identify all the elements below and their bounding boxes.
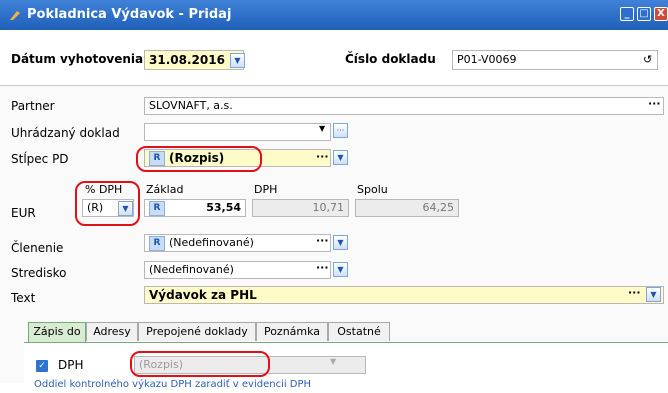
- paid-doc-lookup-button[interactable]: ···: [333, 123, 348, 138]
- text-field[interactable]: Výdavok za PHL: [144, 286, 664, 304]
- division-dropdown-icon[interactable]: ▼: [333, 235, 348, 250]
- division-badge: R: [149, 235, 165, 251]
- tab-prepojene-doklady[interactable]: Prepojené doklady: [138, 322, 256, 341]
- dph-label: DPH: [58, 358, 84, 372]
- division-value: (Nedefinované): [169, 236, 254, 249]
- column-pd-annotation: [136, 146, 262, 172]
- date-dropdown-icon[interactable]: ▼: [230, 53, 245, 68]
- paid-doc-dropdown-icon[interactable]: ▼: [319, 124, 325, 133]
- document-header: Dátum vyhotovenia 31.08.2016 ▼ Číslo dok…: [0, 30, 668, 86]
- date-field[interactable]: 31.08.2016: [144, 50, 244, 70]
- dph-checkbox[interactable]: ✓: [36, 360, 48, 372]
- app-logo-icon: [10, 11, 20, 20]
- center-field[interactable]: (Nedefinované): [144, 261, 331, 279]
- vat-field: 10,71: [252, 199, 349, 217]
- tab-bar: Zápis do Adresy Prepojené doklady Poznám…: [28, 322, 628, 342]
- vat-pct-annotation: [75, 181, 140, 226]
- doc-number-field[interactable]: P01-V0069: [452, 50, 658, 70]
- vat-label: DPH: [254, 183, 278, 196]
- division-label: Členenie: [11, 241, 64, 255]
- base-value: 53,54: [206, 201, 241, 214]
- minimize-button[interactable]: _: [620, 7, 634, 21]
- currency-label: EUR: [11, 206, 36, 220]
- tab-poznamka[interactable]: Poznámka: [256, 322, 328, 341]
- maximize-button[interactable]: □: [637, 7, 651, 21]
- base-label: Základ: [146, 183, 184, 196]
- refresh-icon[interactable]: ↺: [643, 53, 652, 66]
- partner-label: Partner: [11, 99, 55, 113]
- center-label: Stredisko: [11, 266, 67, 280]
- division-field[interactable]: R (Nedefinované): [144, 234, 331, 252]
- tab-adresy[interactable]: Adresy: [86, 322, 138, 341]
- total-label: Spolu: [357, 183, 388, 196]
- base-field[interactable]: R 53,54: [144, 199, 246, 217]
- text-label: Text: [11, 291, 36, 305]
- center-lookup-icon[interactable]: ···: [316, 261, 329, 274]
- paid-doc-label: Uhrádzaný doklad: [11, 126, 120, 140]
- close-button[interactable]: X: [654, 7, 668, 21]
- tab-ostatne[interactable]: Ostatné: [328, 322, 390, 341]
- center-dropdown-icon[interactable]: ▼: [333, 262, 348, 277]
- doc-number-label: Číslo dokladu: [345, 52, 436, 66]
- tab-zapis-do[interactable]: Zápis do: [28, 322, 86, 342]
- column-pd-dropdown-icon[interactable]: ▼: [333, 150, 348, 165]
- division-lookup-icon[interactable]: ···: [316, 234, 329, 247]
- column-pd-lookup-icon[interactable]: ···: [316, 150, 329, 163]
- partner-lookup-icon[interactable]: ···: [648, 97, 661, 110]
- form-body: Partner SLOVNAFT, a.s. ··· Uhrádzaný dok…: [0, 86, 668, 393]
- text-dropdown-icon[interactable]: ▼: [646, 287, 661, 302]
- date-label: Dátum vyhotovenia: [11, 52, 144, 66]
- total-field: 64,25: [355, 199, 459, 217]
- dph-dropdown-icon: ▼: [330, 357, 337, 366]
- column-pd-label: Stĺpec PD: [11, 152, 69, 166]
- partner-field[interactable]: SLOVNAFT, a.s.: [144, 97, 664, 115]
- window-title: Pokladnica Výdavok - Pridaj: [27, 7, 232, 22]
- dph-annotation: [130, 351, 270, 377]
- paid-doc-field[interactable]: [144, 123, 331, 141]
- base-badge: R: [149, 201, 165, 216]
- text-lookup-icon[interactable]: ···: [628, 286, 641, 299]
- tab-panel: ✓ DPH (Rozpis) ▼ Oddiel kontrolného výka…: [24, 342, 668, 393]
- window-titlebar: Pokladnica Výdavok - Pridaj _ □ X: [0, 0, 668, 30]
- vat-report-note: Oddiel kontrolného výkazu DPH zaradiť v …: [34, 379, 312, 390]
